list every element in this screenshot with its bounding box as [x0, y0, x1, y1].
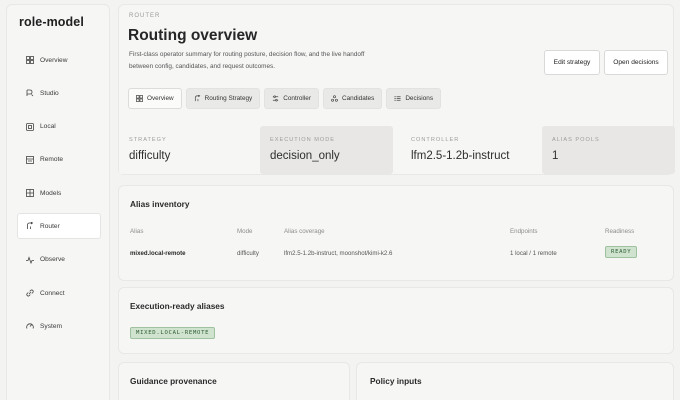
execution-ready-aliases-panel: Execution-ready aliases MIXED.LOCAL-REMO… [118, 287, 674, 354]
sidebar-item-label: Studio [40, 89, 59, 97]
stat-value: difficulty [129, 150, 171, 162]
sliders-icon [273, 95, 279, 102]
router-overview-panel: ROUTER Routing overview First-class oper… [118, 4, 675, 175]
sidebar-item-label: Models [40, 189, 62, 197]
guidance-provenance-title: Guidance provenance [130, 376, 217, 386]
stat-value: lfm2.5-1.2b-instruct [411, 150, 510, 162]
stat-value: 1 [552, 150, 559, 162]
tab-bar: Overview Routing Strategy Controller Can… [128, 88, 445, 109]
sidebar-item-overview[interactable]: Overview [17, 47, 101, 73]
tab-label: Candidates [341, 95, 375, 102]
sidebar-item-label: Observe [40, 256, 65, 264]
stat-label: ALIAS POOLS [552, 137, 600, 143]
endpoints-cell: 1 local / 1 remote [510, 250, 557, 257]
stat-controller: CONTROLLER lfm2.5-1.2b-instruct [401, 126, 539, 174]
column-header-coverage: Alias coverage [284, 228, 325, 235]
page-title: Routing overview [128, 27, 258, 44]
stat-strategy: STRATEGY difficulty [119, 126, 258, 174]
column-header-endpoints: Endpoints [510, 228, 538, 235]
page-description: First-class operator summary for routing… [129, 51, 365, 70]
studio-icon [26, 89, 34, 97]
column-header-readiness: Readiness [605, 228, 635, 235]
column-header-alias: Alias [130, 228, 144, 235]
sidebar-item-label: System [40, 322, 62, 330]
grid-icon [26, 56, 34, 64]
sidebar-item-label: Router [40, 222, 60, 230]
policy-inputs-title: Policy inputs [370, 376, 422, 386]
tab-label: Decisions [405, 95, 434, 102]
edit-strategy-button[interactable]: Edit strategy [544, 50, 600, 75]
tab-label: Overview [147, 95, 174, 102]
stat-label: CONTROLLER [411, 137, 460, 143]
alias-inventory-panel: Alias inventory Alias Mode Alias coverag… [118, 185, 674, 281]
gauge-icon [26, 323, 34, 330]
tab-controller[interactable]: Controller [264, 88, 319, 109]
candidates-icon [331, 95, 338, 102]
tab-overview[interactable]: Overview [128, 88, 182, 109]
sidebar-item-label: Connect [40, 289, 65, 297]
mode-cell: difficulty [237, 250, 259, 257]
router-icon [27, 222, 34, 230]
sidebar-nav: Overview Studio Local Remote Models Rout… [17, 47, 101, 347]
sidebar-item-system[interactable]: System [17, 313, 101, 339]
grid-icon [136, 95, 143, 102]
app-title: role-model [19, 15, 84, 29]
tab-routing-strategy[interactable]: Routing Strategy [185, 88, 261, 109]
sidebar: role-model Overview Studio Local Remote … [6, 4, 110, 400]
sidebar-item-observe[interactable]: Observe [17, 247, 101, 273]
sidebar-item-label: Overview [40, 56, 68, 64]
guidance-provenance-panel: Guidance provenance [118, 362, 350, 400]
stat-value: decision_only [270, 150, 340, 162]
tab-candidates[interactable]: Candidates [322, 88, 383, 109]
sidebar-item-local[interactable]: Local [17, 114, 101, 140]
column-header-mode: Mode [237, 228, 253, 235]
sidebar-item-studio[interactable]: Studio [17, 80, 101, 106]
sidebar-item-router[interactable]: Router [17, 213, 101, 240]
router-icon [194, 95, 200, 102]
connect-icon [26, 289, 34, 297]
local-icon [26, 122, 34, 131]
stat-label: STRATEGY [129, 137, 167, 143]
sidebar-item-connect[interactable]: Connect [17, 280, 101, 306]
stat-label: EXECUTION MODE [270, 137, 335, 143]
remote-icon [26, 155, 34, 164]
tab-label: Routing Strategy [204, 95, 253, 102]
tab-label: Controller [283, 95, 311, 102]
pulse-icon [26, 256, 34, 264]
stat-alias-pools: ALIAS POOLS 1 [542, 126, 675, 174]
tab-decisions[interactable]: Decisions [386, 88, 442, 109]
sidebar-item-label: Local [40, 123, 56, 131]
sidebar-item-label: Remote [40, 156, 64, 164]
alias-badge: MIXED.LOCAL-REMOTE [130, 327, 216, 339]
coverage-cell: lfm2.5-1.2b-instruct, moonshot/kimi-k2.6 [284, 250, 393, 257]
breadcrumb: ROUTER [129, 13, 161, 19]
stat-execution-mode: EXECUTION MODE decision_only [260, 126, 393, 174]
status-badge: READY [605, 246, 638, 258]
alias-cell: mixed.local-remote [130, 250, 186, 257]
execution-ready-aliases-title: Execution-ready aliases [130, 301, 225, 311]
alias-inventory-title: Alias inventory [130, 199, 190, 209]
open-decisions-button[interactable]: Open decisions [604, 50, 668, 75]
sidebar-item-models[interactable]: Models [17, 180, 101, 206]
models-icon [26, 189, 34, 198]
sidebar-item-remote[interactable]: Remote [17, 147, 101, 173]
policy-inputs-panel: Policy inputs [356, 362, 674, 400]
list-icon [394, 96, 401, 101]
